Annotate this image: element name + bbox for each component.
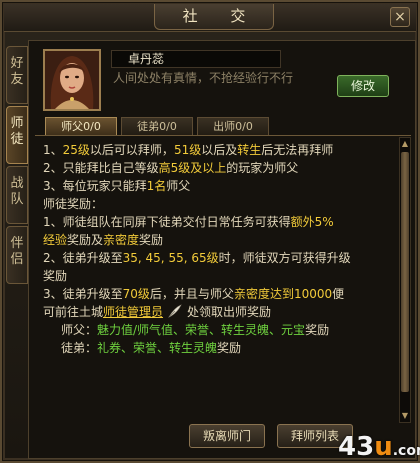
side-tab-label: 侣 xyxy=(10,252,24,267)
scroll-up-icon[interactable]: ▲ xyxy=(400,138,410,150)
title-bar: 社 交 × xyxy=(4,4,416,32)
tab-divider xyxy=(35,135,411,136)
side-tab-label: 友 xyxy=(10,72,24,87)
avatar xyxy=(43,49,101,111)
text: 便 xyxy=(332,287,345,301)
highlight-text: 额外5% xyxy=(290,215,334,229)
text: 徒弟： xyxy=(61,341,98,355)
highlight-text: 70级 xyxy=(122,287,150,301)
tab-apprentice[interactable]: 徒弟0/0 xyxy=(121,117,193,135)
close-button[interactable]: × xyxy=(390,7,410,27)
side-tab-label: 徒 xyxy=(10,132,24,147)
scroll-down-icon[interactable]: ▼ xyxy=(400,410,410,422)
text: 3、徒弟升级至 xyxy=(43,287,123,301)
site-watermark: 43u.com xyxy=(338,432,420,462)
window-title: 社 交 xyxy=(154,4,274,30)
text: 以后可以拜师， xyxy=(89,143,174,157)
text: 奖励 xyxy=(305,323,330,337)
text: 可前往土城 xyxy=(43,305,104,319)
mentorship-rules: 1、25级以后可以拜师，51级以后及转生后无法再拜师 2、只能拜比自己等级高5级… xyxy=(35,137,401,417)
side-tab-label: 队 xyxy=(10,192,24,207)
highlight-text: 高5级及以上 xyxy=(158,161,227,175)
text: 1、 xyxy=(43,143,63,157)
text: 奖励及 xyxy=(67,233,104,247)
side-tab-team[interactable]: 战 队 xyxy=(6,166,28,224)
mentorship-panel: 卓丹蕊 人间处处有真情，不抢经验行不行 修改 师父0/0 徒弟0/0 出师0/0… xyxy=(28,40,416,459)
side-tab-label: 好 xyxy=(10,56,24,71)
highlight-text: 亲密度达到10000 xyxy=(233,287,333,301)
rule-1: 1、25级以后可以拜师，51级以后及转生后无法再拜师 xyxy=(43,141,395,159)
watermark-domain: .com xyxy=(392,443,420,459)
text: 的玩家为师父 xyxy=(226,161,299,175)
tab-master[interactable]: 师父0/0 xyxy=(45,117,117,135)
scroll-thumb[interactable] xyxy=(401,152,409,392)
reward-1: 1、师徒组队在同屏下徒弟交付日常任务可获得额外5% xyxy=(43,213,395,231)
text: 师父： xyxy=(61,323,98,337)
text: 后无法再拜师 xyxy=(261,143,334,157)
edit-signature-button[interactable]: 修改 xyxy=(337,75,389,97)
portrait-image xyxy=(45,51,99,109)
reward-1-cont: 经验奖励及亲密度奖励 xyxy=(43,231,395,249)
text: 师父 xyxy=(166,179,191,193)
highlight-text: 经验 xyxy=(43,233,68,247)
npc-link[interactable]: 师徒管理员 xyxy=(103,305,163,319)
quill-icon[interactable] xyxy=(167,303,183,319)
reward-master: 师父：魅力值/师气值、荣誉、转生灵魄、元宝奖励 xyxy=(43,321,395,339)
rule-3: 3、每位玩家只能拜1名师父 xyxy=(43,177,395,195)
side-tab-mentorship[interactable]: 师 徒 xyxy=(6,106,28,164)
highlight-text: 转生 xyxy=(237,143,262,157)
reward-title: 师徒奖励： xyxy=(43,197,104,211)
rules-scrollbar[interactable]: ▲ ▼ xyxy=(399,137,411,423)
text: 奖励 xyxy=(139,233,164,247)
reward-apprentice: 徒弟：礼券、荣誉、转生灵魄奖励 xyxy=(43,339,395,357)
green-text: 魅力值/师气值、荣誉、转生灵魄、元宝 xyxy=(97,323,306,337)
side-tab-label: 师 xyxy=(10,116,24,131)
text: 3、每位玩家只能拜 xyxy=(43,179,147,193)
watermark-letter: u xyxy=(374,432,393,462)
text: 处领取出师奖励 xyxy=(187,305,272,319)
reward-2: 2、徒弟升级至35, 45, 55, 65级时，师徒双方可获得升级 xyxy=(43,249,395,267)
side-tab-friends[interactable]: 好 友 xyxy=(6,46,28,104)
side-tab-label: 战 xyxy=(10,176,24,191)
leave-master-button[interactable]: 叛离师门 xyxy=(189,424,265,448)
highlight-text: 51级 xyxy=(173,143,202,157)
highlight-text: 25级 xyxy=(62,143,90,157)
highlight-text: 35, 45, 55, 65级 xyxy=(122,251,219,265)
text: 后，并且与师父 xyxy=(149,287,234,301)
highlight-text: 亲密度 xyxy=(103,233,140,247)
reward-2-cont: 奖励 xyxy=(43,269,68,283)
text: 奖励 xyxy=(217,341,242,355)
reward-3-cont: 可前往土城师徒管理员 处领取出师奖励 xyxy=(43,303,395,321)
side-tab-partner[interactable]: 伴 侣 xyxy=(6,226,28,284)
tab-graduate[interactable]: 出师0/0 xyxy=(197,117,269,135)
social-window: 社 交 × 好 友 师 徒 战 队 伴 侣 卓丹蕊 人间处处有真情，不抢经验行不… xyxy=(0,0,420,463)
rule-2: 2、只能拜比自己等级高5级及以上的玩家为师父 xyxy=(43,159,395,177)
side-tab-label: 伴 xyxy=(10,236,24,251)
highlight-text: 1名 xyxy=(146,179,167,193)
text: 时，师徒双方可获得升级 xyxy=(218,251,351,265)
green-text: 礼券、荣誉、转生灵魄 xyxy=(97,341,218,355)
text: 2、徒弟升级至 xyxy=(43,251,123,265)
text: 以后及 xyxy=(201,143,238,157)
reward-3: 3、徒弟升级至70级后，并且与师父亲密度达到10000便 xyxy=(43,285,395,303)
mentorship-tabs: 师父0/0 徒弟0/0 出师0/0 xyxy=(35,117,411,135)
watermark-digits: 43 xyxy=(338,432,375,462)
text: 2、只能拜比自己等级 xyxy=(43,161,159,175)
player-name: 卓丹蕊 xyxy=(111,50,281,68)
text: 1、师徒组队在同屏下徒弟交付日常任务可获得 xyxy=(43,215,291,229)
